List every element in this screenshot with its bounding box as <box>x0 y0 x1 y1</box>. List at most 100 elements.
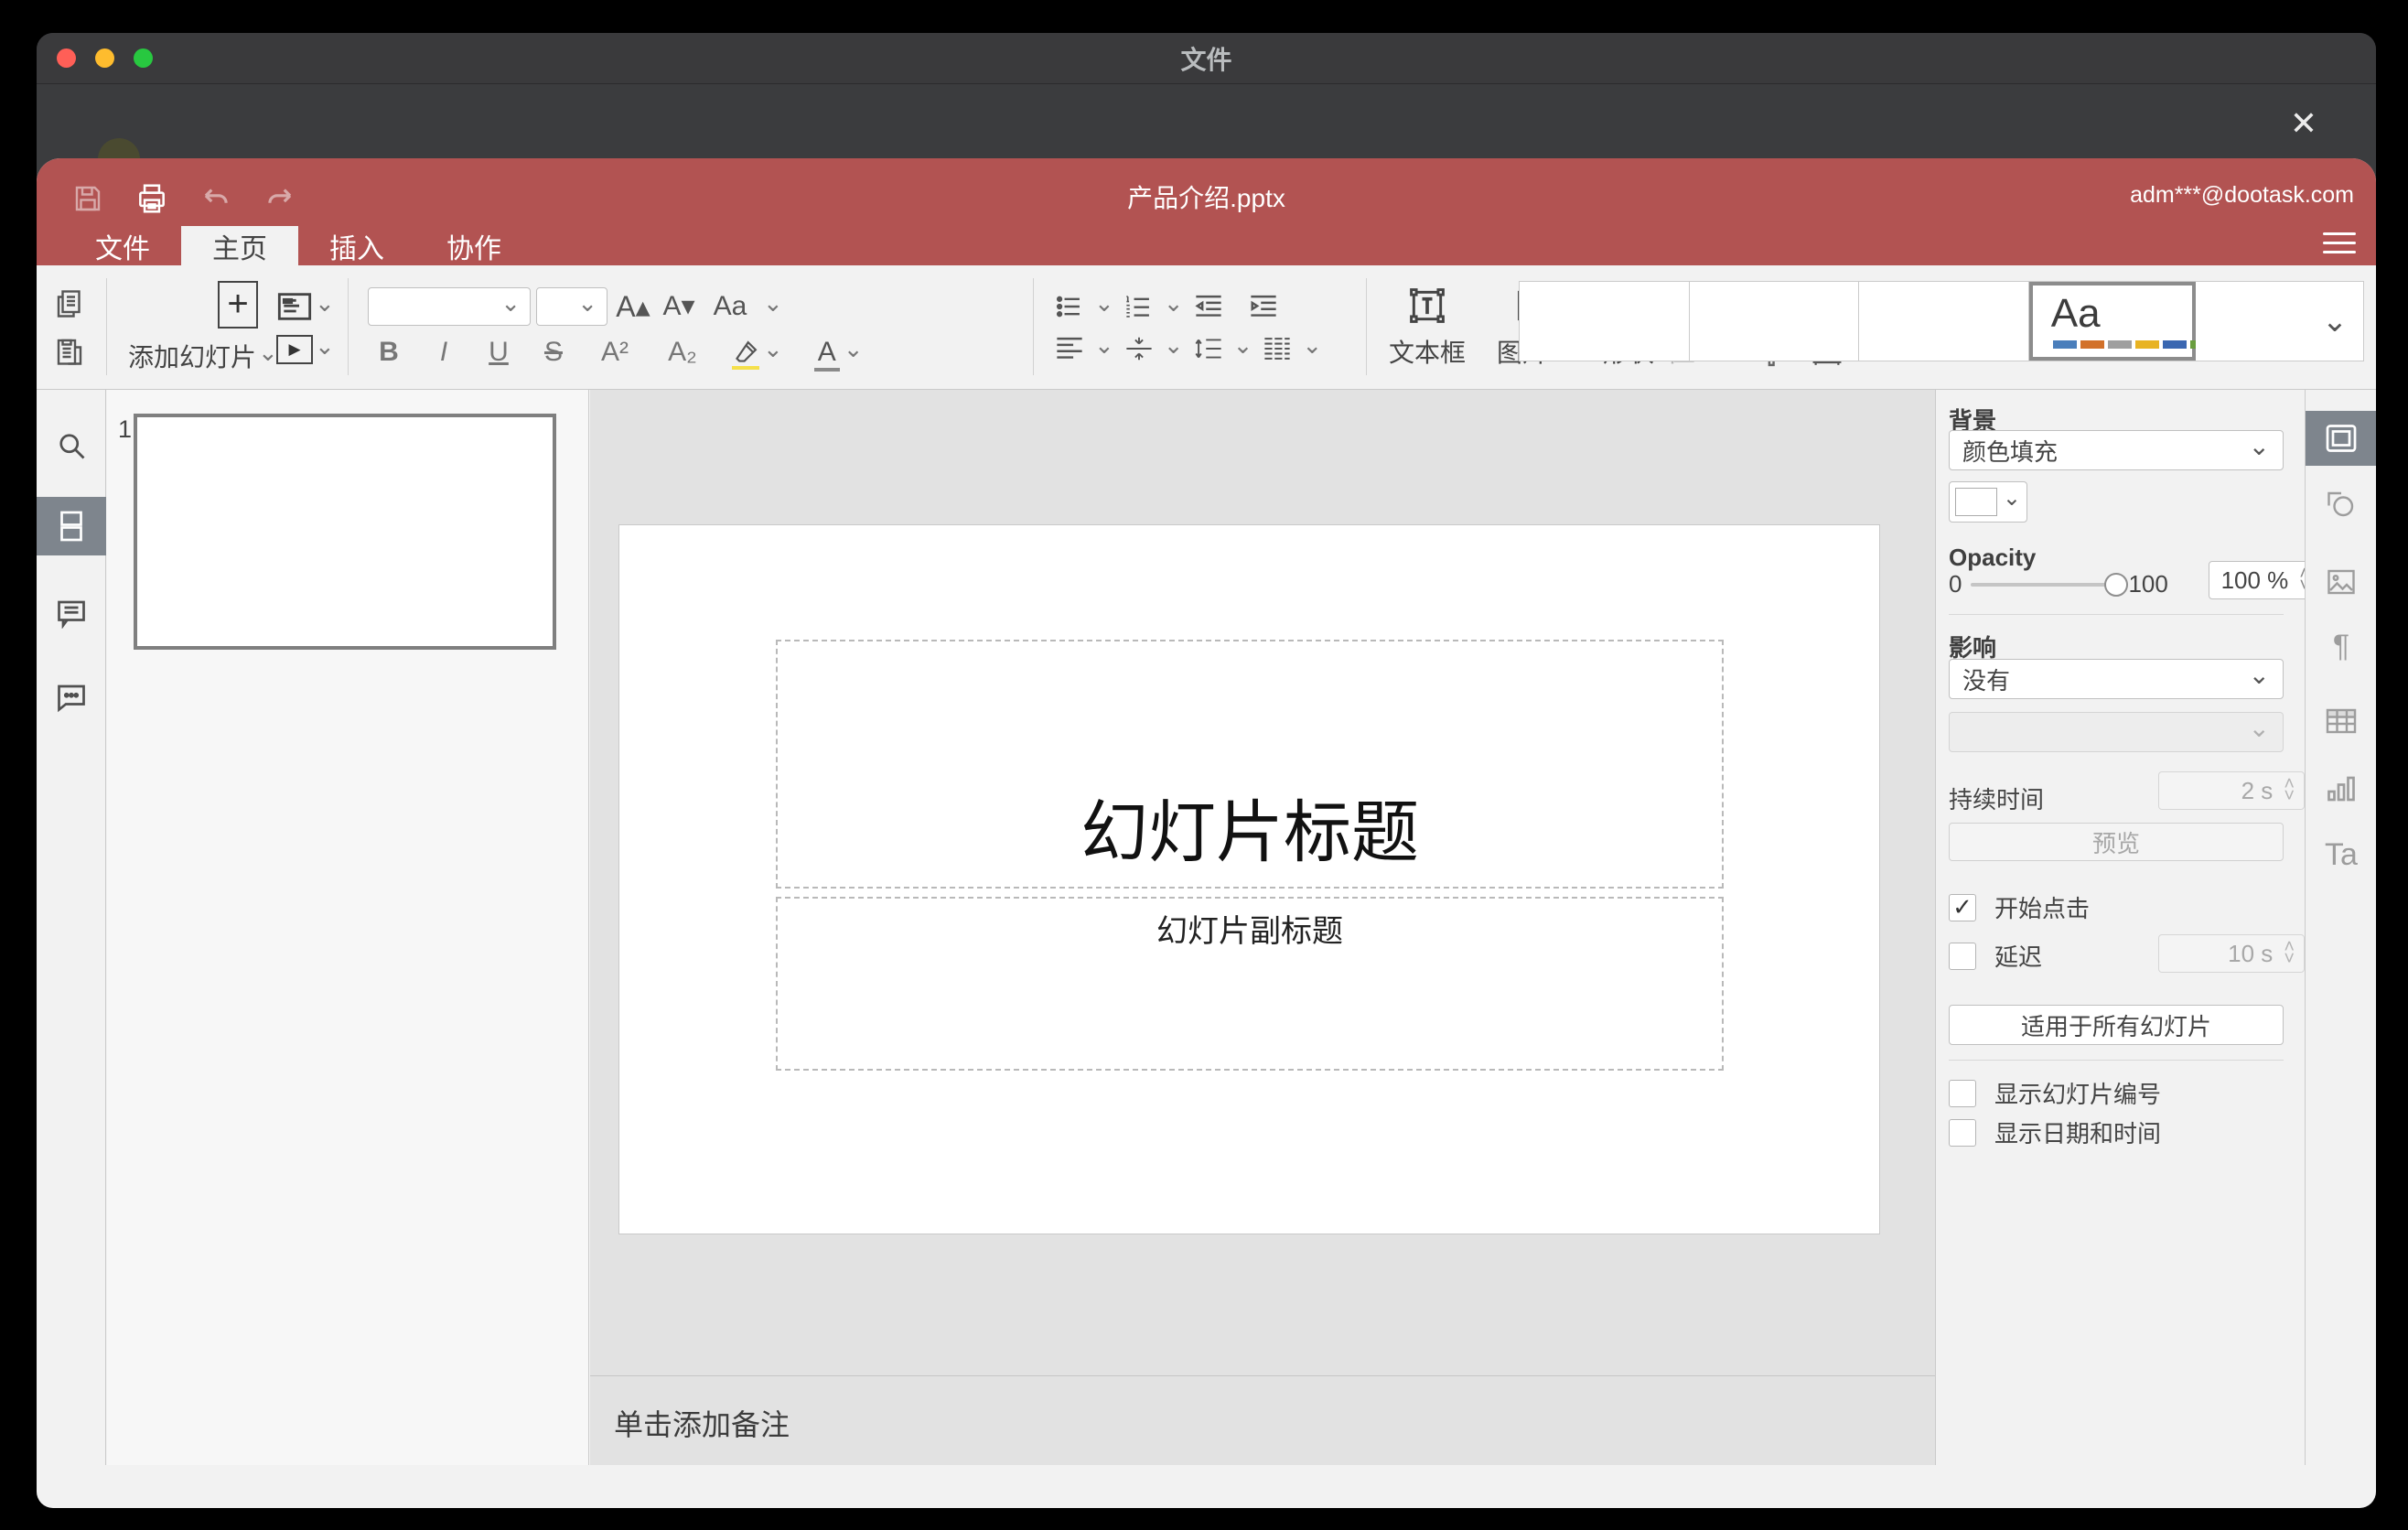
change-case-icon[interactable]: Aa <box>704 291 756 322</box>
slide-thumbnails-panel: 1 <box>107 390 589 1465</box>
search-icon[interactable] <box>37 416 106 475</box>
opacity-spinner[interactable]: 100 % ˄˅ <box>2209 561 2320 599</box>
opacity-slider-track[interactable] <box>1971 582 2109 587</box>
fill-type-dropdown[interactable]: 颜色填充 ⌄ <box>1949 430 2284 470</box>
decrease-font-icon[interactable]: A▾ <box>659 290 699 322</box>
chevron-down-icon[interactable]: ⌄ <box>842 337 865 361</box>
minimize-traffic-light[interactable] <box>95 48 114 68</box>
theme-item[interactable] <box>2196 282 2307 361</box>
paragraph-settings-icon[interactable]: ¶ <box>2306 619 2376 673</box>
spin-down-icon[interactable]: ˅ <box>2284 950 2295 968</box>
right-icon-strip: ¶ Ta <box>2305 390 2376 1465</box>
add-slide-label[interactable]: 添加幻灯片 <box>128 338 256 374</box>
ribbon-tabs: 文件 主页 插入 协作 <box>64 226 532 265</box>
chevron-down-icon[interactable]: ⌄ <box>761 291 785 315</box>
slides-panel-icon[interactable] <box>37 497 106 555</box>
maximize-traffic-light[interactable] <box>134 48 153 68</box>
start-on-click-checkbox[interactable]: ✓ <box>1949 893 1976 921</box>
gallery-expand-icon[interactable]: ⌄ <box>2306 282 2363 361</box>
italic-icon[interactable]: I <box>430 337 457 368</box>
chevron-down-icon[interactable]: ⌄ <box>1231 333 1255 357</box>
effect-dropdown[interactable]: 没有 ⌄ <box>1949 659 2284 699</box>
effect-type-dropdown[interactable]: ⌄ <box>1949 712 2284 752</box>
strikeout-icon[interactable]: S <box>540 337 567 368</box>
slide-settings-icon[interactable] <box>2306 411 2376 466</box>
start-slideshow-icon[interactable]: ▶ <box>276 334 313 364</box>
bold-icon[interactable]: B <box>375 337 403 368</box>
chevron-down-icon[interactable]: ⌄ <box>313 334 337 358</box>
superscript-icon[interactable]: A² <box>595 337 635 368</box>
shape-settings-icon[interactable] <box>2306 477 2376 532</box>
paste-icon[interactable] <box>53 335 86 368</box>
theme-item[interactable] <box>1859 282 2029 361</box>
chevron-down-icon: ⌄ <box>2248 431 2270 460</box>
chevron-down-icon[interactable]: ⌄ <box>1162 333 1186 357</box>
theme-item[interactable] <box>1520 282 1690 361</box>
delay-checkbox[interactable] <box>1949 942 1976 970</box>
subtitle-placeholder[interactable]: 幻灯片副标题 <box>776 897 1724 1071</box>
tab-insert[interactable]: 插入 <box>298 226 415 265</box>
font-name-combo[interactable]: ⌄ <box>368 286 531 326</box>
decrease-indent-icon[interactable] <box>1193 293 1224 320</box>
slide-1[interactable]: 幻灯片标题 幻灯片副标题 <box>618 524 1880 1234</box>
tab-file[interactable]: 文件 <box>64 226 181 265</box>
chart-settings-icon[interactable] <box>2306 761 2376 816</box>
add-slide-icon[interactable]: + <box>218 280 258 329</box>
theme-item[interactable] <box>1689 282 1860 361</box>
table-settings-icon[interactable] <box>2306 694 2376 749</box>
numbering-icon[interactable] <box>1123 293 1155 320</box>
tab-home[interactable]: 主页 <box>181 226 298 265</box>
copy-icon[interactable] <box>53 287 86 320</box>
editor-header: 产品介绍.pptx adm***@dootask.com 文件 主页 插入 协作 <box>37 158 2376 265</box>
chevron-down-icon[interactable]: ⌄ <box>1300 333 1324 357</box>
bullets-icon[interactable] <box>1054 293 1085 320</box>
horizontal-align-icon[interactable] <box>1054 335 1085 362</box>
subscript-icon[interactable]: A₂ <box>662 337 703 368</box>
chevron-down-icon[interactable]: ⌄ <box>1092 291 1116 315</box>
opacity-slider-knob[interactable] <box>2104 572 2129 597</box>
show-slide-number-checkbox[interactable] <box>1949 1079 1976 1107</box>
duration-value: 2 s <box>2241 776 2274 804</box>
underline-icon[interactable]: U <box>485 337 512 368</box>
preview-button[interactable]: 预览 <box>1949 823 2284 861</box>
columns-icon[interactable] <box>1262 335 1293 362</box>
apply-to-all-button[interactable]: 适用于所有幻灯片 <box>1949 1005 2284 1045</box>
slide-settings-panel: 背景 颜色填充 ⌄ ⌄ Opacity 0 100 100 % 影响 没有 ⌄ … <box>1935 390 2320 1465</box>
change-layout-icon[interactable] <box>276 291 313 322</box>
toolbar-divider <box>1366 278 1367 375</box>
insert-textbox-button[interactable]: 文本框 <box>1389 286 1466 370</box>
image-settings-icon[interactable] <box>2306 555 2376 609</box>
show-date-time-checkbox[interactable] <box>1949 1118 1976 1147</box>
increase-indent-icon[interactable] <box>1248 293 1279 320</box>
chevron-down-icon[interactable]: ⌄ <box>1092 333 1116 357</box>
textart-settings-icon[interactable]: Ta <box>2306 827 2376 882</box>
font-size-combo[interactable]: ⌄ <box>536 286 607 326</box>
font-color-icon[interactable]: A <box>812 337 842 368</box>
highlight-color-icon[interactable] <box>730 339 761 366</box>
slide-canvas: 幻灯片标题 幻灯片副标题 <box>590 390 1935 1375</box>
close-icon[interactable]: ✕ <box>2282 102 2326 145</box>
slide-thumbnail[interactable] <box>134 414 556 650</box>
line-spacing-icon[interactable] <box>1193 335 1224 362</box>
delay-spinner[interactable]: 10 s ˄ ˅ <box>2158 934 2305 973</box>
opacity-label: Opacity <box>1949 544 2037 571</box>
theme-palette <box>2052 340 2214 349</box>
chevron-down-icon[interactable]: ⌄ <box>1162 291 1186 315</box>
chat-icon[interactable] <box>37 668 106 727</box>
title-placeholder[interactable]: 幻灯片标题 <box>776 640 1724 889</box>
spin-down-icon[interactable]: ˅ <box>2284 787 2295 805</box>
duration-spinner[interactable]: 2 s ˄ ˅ <box>2158 771 2305 810</box>
chevron-down-icon[interactable]: ⌄ <box>761 337 785 361</box>
notes-area[interactable]: 单击添加备注 <box>590 1375 1935 1465</box>
theme-item-selected[interactable]: Aa <box>2028 282 2214 361</box>
toolbar-divider <box>348 278 349 375</box>
theme-preview-label: Aa <box>2050 291 2101 336</box>
close-traffic-light[interactable] <box>57 48 76 68</box>
fill-color-picker[interactable]: ⌄ <box>1949 481 2027 523</box>
vertical-align-icon[interactable] <box>1123 335 1155 362</box>
increase-font-icon[interactable]: A▴ <box>613 289 653 324</box>
chevron-down-icon[interactable]: ⌄ <box>313 291 337 315</box>
menu-icon[interactable] <box>2323 229 2356 256</box>
comments-icon[interactable] <box>37 584 106 642</box>
tab-collaboration[interactable]: 协作 <box>415 226 532 265</box>
